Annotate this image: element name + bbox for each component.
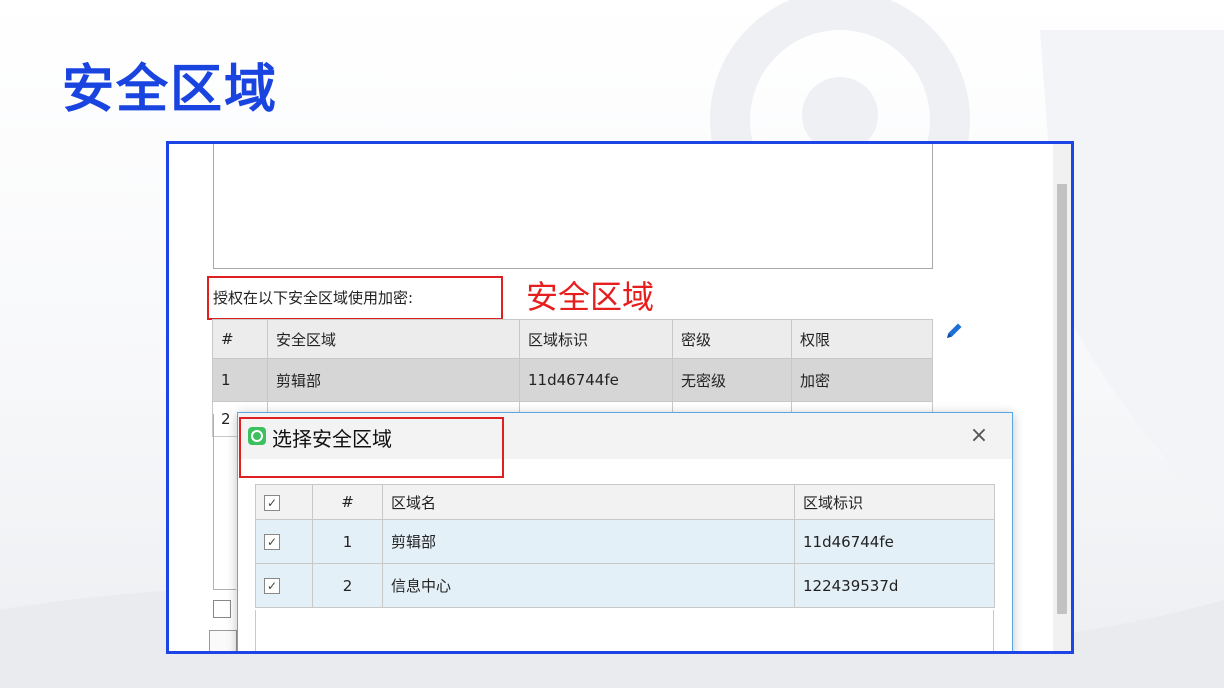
partial-button[interactable]	[209, 630, 237, 651]
table-row[interactable]: 1 剪辑部 11d46744fe 无密级 加密	[212, 358, 933, 402]
table-row[interactable]: ✓ 1 剪辑部 11d46744fe	[255, 519, 995, 564]
table-header-row: ✓ # 区域名 区域标识	[255, 484, 995, 520]
close-icon[interactable]: ×	[964, 421, 994, 451]
column-header[interactable]: 密级	[672, 319, 792, 359]
zone-id: 11d46744fe	[519, 358, 673, 402]
column-header[interactable]: 区域标识	[794, 484, 995, 520]
zone-name: 信息中心	[382, 563, 795, 608]
auth-label: 授权在以下安全区域使用加密:	[213, 289, 414, 307]
checkbox[interactable]	[213, 600, 231, 618]
highlight-box-dialog-title	[239, 417, 504, 478]
list-panel	[213, 414, 236, 590]
description-textarea[interactable]	[213, 144, 933, 269]
zone-id: 11d46744fe	[794, 519, 995, 564]
zone-permission: 加密	[791, 358, 933, 402]
page-title: 安全区域	[62, 60, 279, 120]
row-number: 1	[312, 519, 383, 564]
column-header[interactable]: 安全区域	[267, 319, 520, 359]
column-header[interactable]: 区域标识	[519, 319, 673, 359]
column-header[interactable]: #	[312, 484, 383, 520]
zone-level: 无密级	[672, 358, 792, 402]
zone-select-table: ✓ # 区域名 区域标识 ✓ 1 剪辑部 11d46744fe ✓ 2 信息中心…	[255, 484, 995, 608]
table-empty-area	[255, 610, 994, 651]
table-header-row: # 安全区域 区域标识 密级 权限	[212, 319, 933, 359]
zone-id: 122439537d	[794, 563, 995, 608]
zone-name: 剪辑部	[267, 358, 520, 402]
checkbox[interactable]: ✓	[264, 578, 280, 594]
column-header[interactable]: 区域名	[382, 484, 795, 520]
annotation-label: 安全区域	[526, 278, 655, 316]
table-row[interactable]: ✓ 2 信息中心 122439537d	[255, 563, 995, 608]
column-header[interactable]: 权限	[791, 319, 933, 359]
checkbox[interactable]: ✓	[264, 534, 280, 550]
checkbox[interactable]: ✓	[264, 494, 280, 511]
scrollbar-thumb[interactable]	[1057, 184, 1067, 614]
row-number: 2	[312, 563, 383, 608]
column-header[interactable]: #	[212, 319, 268, 359]
select-all-checkbox[interactable]: ✓	[255, 484, 313, 520]
zone-name: 剪辑部	[382, 519, 795, 564]
scrollbar[interactable]	[1053, 144, 1071, 651]
pencil-icon[interactable]	[943, 320, 965, 342]
row-number: 1	[212, 358, 268, 402]
screenshot-frame: 授权在以下安全区域使用加密: 安全区域 # 安全区域 区域标识 密级 权限 1 …	[166, 141, 1074, 654]
